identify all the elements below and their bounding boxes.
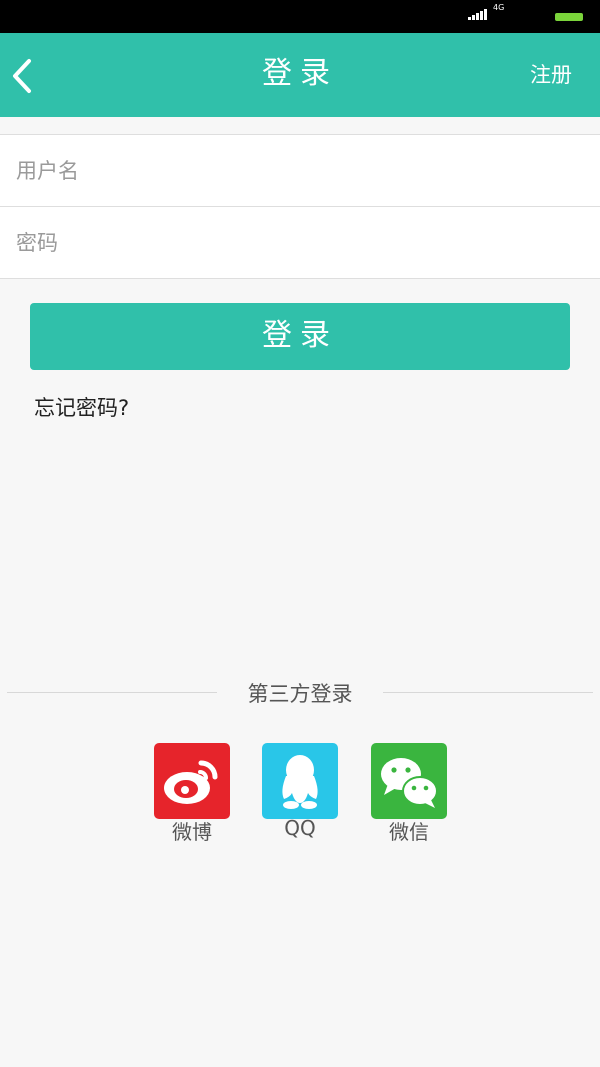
login-button[interactable]: 登录 [30,303,570,370]
password-row [0,206,600,278]
signal-icon [468,9,487,20]
status-bar: 4G [0,0,600,33]
wechat-icon [371,743,447,819]
battery-icon [555,13,583,21]
qq-label: QQ [284,816,316,840]
password-input[interactable] [16,207,576,278]
username-input[interactable] [16,135,576,206]
chevron-left-icon [13,59,31,93]
back-button[interactable] [0,33,60,117]
register-link[interactable]: 注册 [530,33,572,117]
qq-login-button[interactable]: QQ [262,743,338,840]
weibo-label: 微博 [172,820,212,844]
network-type-label: 4G [493,3,505,12]
wechat-label: 微信 [389,820,429,844]
weibo-login-button[interactable]: 微博 [154,743,230,844]
login-form [0,134,600,279]
page-title: 登录 [262,56,338,91]
divider-right [383,692,593,693]
username-row [0,135,600,206]
forgot-password-link[interactable]: 忘记密码? [34,392,129,422]
qq-icon [262,743,338,819]
weibo-icon [154,743,230,819]
wechat-login-button[interactable]: 微信 [371,743,447,844]
third-party-title: 第三方登录 [247,682,353,706]
app-header: 登录 注册 [0,33,600,117]
